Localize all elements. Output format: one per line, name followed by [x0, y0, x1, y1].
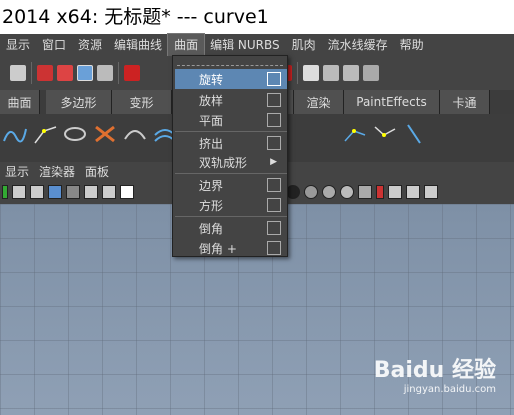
menu-item-label: 平面 [199, 113, 224, 128]
option-box-icon[interactable] [267, 241, 281, 255]
tear-off-line[interactable] [177, 56, 283, 66]
submenu-arrow-icon: ▶ [270, 157, 277, 167]
menu-item-label: 挤出 [199, 136, 224, 151]
watermark-url: jingyan.baidu.com [403, 384, 496, 395]
cut-curve-icon[interactable] [92, 121, 118, 147]
tab-rendering[interactable]: 渲染 [294, 90, 344, 114]
tab-surfaces[interactable]: 曲面 [0, 90, 40, 114]
window-title: 2014 x64: 无标题* --- curve1 [0, 0, 514, 34]
option-box-icon[interactable] [267, 113, 281, 127]
menu-item-bevel[interactable]: 倒角 [175, 218, 287, 238]
menu-edit-nurbs[interactable]: 编辑 NURBS [204, 34, 286, 56]
camera-settings-icon[interactable] [424, 185, 438, 199]
attach-curve-icon[interactable] [122, 121, 148, 147]
ep-curve-icon[interactable] [32, 121, 58, 147]
menu-item-boundary[interactable]: 边界 [175, 175, 287, 195]
menu-item-label: 倒角 [199, 221, 224, 236]
option-box-icon[interactable] [267, 178, 281, 192]
curve-editor-icon[interactable] [372, 121, 398, 147]
panel-menu-display[interactable]: 显示 [0, 163, 34, 180]
watermark: Baidu 经验 jingyan.baidu.com [374, 352, 496, 395]
shadow-sphere-icon[interactable] [340, 185, 354, 199]
render-settings-icon[interactable] [363, 65, 379, 81]
snap-grid-icon[interactable] [124, 65, 140, 81]
menu-item-square[interactable]: 方形 [175, 195, 287, 215]
toolbar-divider [118, 62, 119, 84]
menu-muscle[interactable]: 肌肉 [286, 34, 322, 56]
toolbar-divider [31, 62, 32, 84]
option-box-icon[interactable] [267, 93, 281, 107]
menu-item-bevel-plus[interactable]: 倒角 + [175, 238, 287, 258]
menu-item-birail[interactable]: 双轨成形 ▶ [175, 152, 287, 172]
menu-edit-curves[interactable]: 编辑曲线 [108, 34, 168, 56]
menu-pipeline-cache[interactable]: 流水线缓存 [322, 34, 394, 56]
menu-item-label: 旋转 [199, 72, 224, 87]
menu-item-label: 方形 [199, 198, 224, 213]
menu-display[interactable]: 显示 [0, 34, 36, 56]
ambient-sphere-icon[interactable] [322, 185, 336, 199]
menu-item-label: 边界 [199, 178, 224, 193]
text-display-icon[interactable] [120, 185, 134, 199]
circle-icon[interactable] [62, 121, 88, 147]
option-box-icon[interactable] [267, 198, 281, 212]
menu-assets[interactable]: 资源 [72, 34, 108, 56]
render-frame-icon[interactable] [303, 65, 319, 81]
menu-divider [175, 173, 287, 174]
option-box-icon[interactable] [267, 72, 281, 86]
menu-item-loft[interactable]: 放样 [175, 90, 287, 110]
wireframe-icon[interactable] [12, 185, 26, 199]
xray-icon[interactable] [84, 185, 98, 199]
panel-menu-panels[interactable]: 面板 [80, 163, 114, 180]
texture-icon[interactable] [102, 185, 116, 199]
save-icon[interactable] [10, 65, 26, 81]
surfaces-dropdown-menu: 旋转 放样 平面 挤出 双轨成形 ▶ 边界 方形 倒角 倒角 + [172, 55, 288, 257]
bounding-box-icon[interactable] [406, 185, 420, 199]
menu-item-revolve[interactable]: 旋转 [175, 69, 287, 89]
menu-help[interactable]: 帮助 [394, 34, 430, 56]
menu-item-label: 放样 [199, 93, 224, 108]
menu-surfaces[interactable]: 曲面 [167, 33, 206, 57]
toolbar-divider [297, 62, 298, 84]
lit-sphere-icon[interactable] [304, 185, 318, 199]
menu-item-extrude[interactable]: 挤出 [175, 133, 287, 153]
isolate-icon[interactable] [376, 185, 384, 199]
select-mask-icon[interactable] [388, 185, 402, 199]
smooth-shade-icon[interactable] [48, 185, 62, 199]
arc-tool-icon[interactable] [402, 121, 428, 147]
tab-paint-effects[interactable]: PaintEffects [344, 90, 440, 114]
grid-toggle-icon[interactable] [30, 185, 44, 199]
menu-divider [175, 131, 287, 132]
option-box-icon[interactable] [267, 136, 281, 150]
option-box-icon[interactable] [267, 221, 281, 235]
watermark-brand: Baidu 经验 [373, 358, 496, 383]
curve-points-icon[interactable] [342, 121, 368, 147]
select-object-icon[interactable] [57, 65, 73, 81]
panel-menu-renderer[interactable]: 渲染器 [34, 163, 80, 180]
shaded-sphere-icon[interactable] [286, 185, 300, 199]
flat-shade-icon[interactable] [66, 185, 80, 199]
menu-window[interactable]: 窗口 [36, 34, 72, 56]
cube-icon[interactable] [358, 185, 372, 199]
menu-item-label: 倒角 + [199, 241, 237, 256]
cv-curve-icon[interactable] [2, 121, 28, 147]
tab-deformation[interactable]: 变形 [112, 90, 172, 114]
clapper-icon[interactable] [323, 65, 339, 81]
select-hierarchy-icon[interactable] [37, 65, 53, 81]
menu-item-planar[interactable]: 平面 [175, 110, 287, 130]
tab-toon[interactable]: 卡通 [440, 90, 490, 114]
main-menubar: 显示 窗口 资源 编辑曲线 曲面 编辑 NURBS 肌肉 流水线缓存 帮助 [0, 33, 514, 57]
menu-item-label: 双轨成形 [199, 155, 248, 170]
ipr-render-icon[interactable] [343, 65, 359, 81]
select-component-icon[interactable] [77, 65, 93, 81]
tab-polygons[interactable]: 多边形 [46, 90, 112, 114]
menu-divider [175, 216, 287, 217]
camera-indicator-icon[interactable] [2, 185, 8, 199]
lock-selection-icon[interactable] [97, 65, 113, 81]
